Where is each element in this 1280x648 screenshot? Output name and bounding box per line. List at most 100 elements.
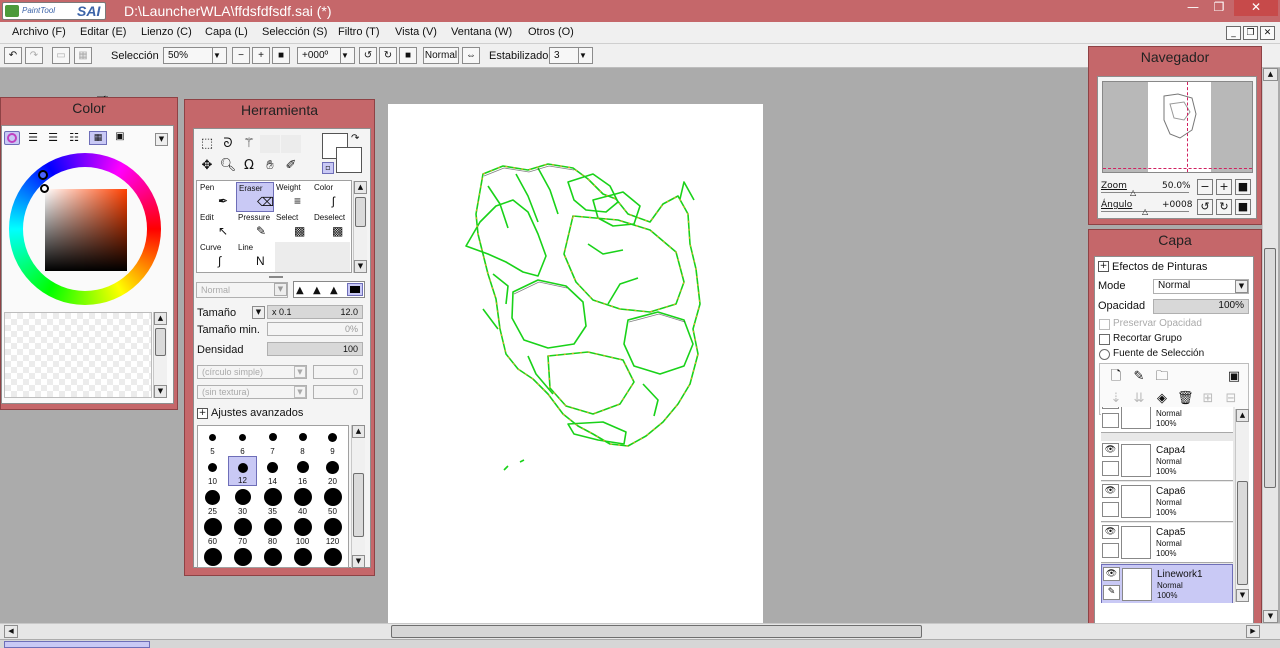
move-icon[interactable]: ✥ <box>197 157 217 175</box>
zoom-icon[interactable]: 🔍︎ <box>218 157 238 175</box>
brush-size-option[interactable]: 10 <box>198 456 227 486</box>
brush-size-option[interactable]: 300 <box>288 546 317 567</box>
brush-size-option[interactable]: 6 <box>228 426 257 456</box>
shape-value[interactable]: 0 <box>313 365 363 379</box>
brush-size-option[interactable]: 80 <box>258 516 287 546</box>
rotate-icon[interactable]: Ω <box>239 157 259 175</box>
brush-size-option[interactable]: 9 <box>318 426 347 456</box>
brush-line[interactable]: Line N <box>236 242 274 272</box>
density-slider[interactable]: 100 <box>267 342 363 356</box>
nav-rotate-right-button[interactable]: ↻ <box>1216 199 1232 215</box>
eyedropper-icon[interactable]: ✐ <box>281 157 301 175</box>
scroll-down-icon[interactable]: ▼ <box>354 260 367 273</box>
rotate-left-button[interactable]: ↺ <box>359 47 377 64</box>
expand-plus-icon[interactable]: + <box>1098 261 1109 272</box>
brush-size-option[interactable]: 120 <box>318 516 347 546</box>
merge-down-icon[interactable]: ⇊ <box>1131 391 1147 407</box>
brush-size-option[interactable]: 350 <box>318 546 347 567</box>
brush-size-option[interactable]: 70 <box>228 516 257 546</box>
brush-eraser[interactable]: Eraser ⌫ <box>236 182 274 212</box>
delete-mask-icon[interactable]: ⊟ <box>1223 391 1239 407</box>
brush-size-option[interactable]: 250 <box>258 546 287 567</box>
zoom-in-button[interactable]: + <box>252 47 270 64</box>
canvas-vertical-scrollbar[interactable]: ▲ ▼ <box>1262 68 1278 623</box>
new-linework-layer-icon[interactable]: ✎ <box>1131 369 1147 385</box>
scroll-up-icon[interactable]: ▲ <box>1263 68 1278 81</box>
new-layer-icon[interactable]: 🗋︎ <box>1108 369 1124 385</box>
scroll-thumb[interactable] <box>355 197 366 227</box>
scroll-right-icon[interactable]: ▶ <box>1246 625 1260 638</box>
menu-editar[interactable]: Editar (E) <box>80 26 126 38</box>
scroll-thumb[interactable] <box>391 625 922 638</box>
hsv-slider-icon[interactable]: ☰ <box>45 131 61 145</box>
menu-archivo[interactable]: Archivo (F) <box>12 26 66 38</box>
document-tab[interactable] <box>4 641 150 648</box>
brush-size-option[interactable]: 16 <box>288 456 317 486</box>
scroll-up-icon[interactable]: ▲ <box>352 425 365 438</box>
close-button[interactable]: ✕ <box>1234 0 1278 16</box>
navigator-preview[interactable] <box>1102 81 1253 173</box>
brush-size-option[interactable]: 160 <box>198 546 227 567</box>
layer-row[interactable]: 👁︎ Capa4 Normal 100% <box>1101 441 1233 481</box>
brush-size-option[interactable]: 25 <box>198 486 227 516</box>
magic-wand-icon[interactable]: ⚚ <box>239 135 259 153</box>
menu-otros[interactable]: Otros (O) <box>528 26 574 38</box>
apply-mask-icon[interactable]: ⊞ <box>1200 391 1216 407</box>
texture-value[interactable]: 0 <box>313 385 363 399</box>
paint-effects-label[interactable]: Efectos de Pinturas <box>1112 261 1207 273</box>
chevron-down-icon[interactable]: ▼ <box>252 306 265 319</box>
shape-select[interactable]: (círculo simple) <box>197 365 307 379</box>
menu-filtro[interactable]: Filtro (T) <box>338 26 380 38</box>
scroll-up-icon[interactable]: ▲ <box>1236 409 1249 422</box>
brush-size-option[interactable]: 5 <box>198 426 227 456</box>
scroll-up-icon[interactable]: ▲ <box>354 181 367 194</box>
selection-source-radio[interactable] <box>1099 349 1110 360</box>
menu-ventana[interactable]: Ventana (W) <box>451 26 512 38</box>
brush-size-option[interactable]: 40 <box>288 486 317 516</box>
visibility-eye-icon[interactable]: 👁︎ <box>1102 525 1119 539</box>
size-grid-scrollbar[interactable]: ▲ ▼ <box>351 425 365 568</box>
brush-color[interactable]: Color ʃ <box>312 182 350 212</box>
layer-list-scrollbar[interactable]: ▲ ▼ <box>1235 409 1249 602</box>
shape-medium-icon[interactable]: ▲ <box>313 285 321 296</box>
brush-size-option[interactable]: 60 <box>198 516 227 546</box>
menu-lienzo[interactable]: Lienzo (C) <box>141 26 192 38</box>
swatch-scrollbar[interactable]: ▲ ▼ <box>153 312 167 398</box>
scratchpad-icon[interactable]: ▣ <box>112 131 128 145</box>
brush-size-option[interactable]: 200 <box>228 546 257 567</box>
redo-icon[interactable]: ↷ <box>25 47 43 64</box>
visibility-eye-icon[interactable]: 👁︎ <box>1103 567 1120 581</box>
layer-mask-icon[interactable]: ▣ <box>1226 369 1242 385</box>
hue-cursor-icon[interactable] <box>38 170 48 180</box>
scroll-thumb[interactable] <box>353 473 364 537</box>
nav-zoom-out-button[interactable]: − <box>1197 179 1213 195</box>
layer-row[interactable]: 👁︎ Capa5 Normal 100% <box>1101 523 1233 563</box>
blend-mode-display[interactable]: Normal <box>423 47 459 64</box>
expand-plus-icon[interactable]: + <box>197 408 208 419</box>
layer-lock-checkbox[interactable] <box>1102 543 1119 558</box>
maximize-button[interactable]: ❐ <box>1206 0 1232 16</box>
transparent-color-icon[interactable]: ▫ <box>322 162 334 174</box>
size-slider[interactable]: x 0.1 12.0 <box>267 305 363 319</box>
scroll-down-icon[interactable]: ▼ <box>154 385 167 398</box>
shape-soft-icon[interactable]: ▲ <box>296 285 304 296</box>
color-mixer-icon[interactable]: ☷ <box>66 131 82 145</box>
stabilizer-select[interactable]: 3 ▼ <box>549 47 593 64</box>
canvas-horizontal-scrollbar[interactable]: ◀ ▶ <box>0 623 1280 639</box>
deselect-icon[interactable]: ▭ <box>52 47 70 64</box>
color-wheel-mode-icon[interactable] <box>4 131 20 145</box>
shape-solid-icon[interactable] <box>347 283 363 296</box>
color-cursor-icon[interactable] <box>40 184 49 193</box>
clip-group-checkbox[interactable] <box>1099 334 1110 345</box>
brush-shape-selector[interactable]: ▲ ▲ ▲ <box>293 281 365 298</box>
visibility-eye-icon[interactable]: 👁︎ <box>1102 407 1119 409</box>
brush-curve[interactable]: Curve ∫ <box>198 242 236 272</box>
layer-row[interactable]: 👁︎ Capa6 Normal 100% <box>1101 482 1233 522</box>
transfer-down-icon[interactable]: ⇣ <box>1108 391 1124 407</box>
mdi-restore-button[interactable]: ❐ <box>1243 26 1258 40</box>
zoom-reset-button[interactable]: ■ <box>272 47 290 64</box>
visibility-eye-icon[interactable]: 👁︎ <box>1102 484 1119 498</box>
new-folder-icon[interactable]: 🗀︎ <box>1154 369 1170 385</box>
rotate-reset-button[interactable]: ■ <box>399 47 417 64</box>
panel-splitter[interactable] <box>269 276 283 278</box>
